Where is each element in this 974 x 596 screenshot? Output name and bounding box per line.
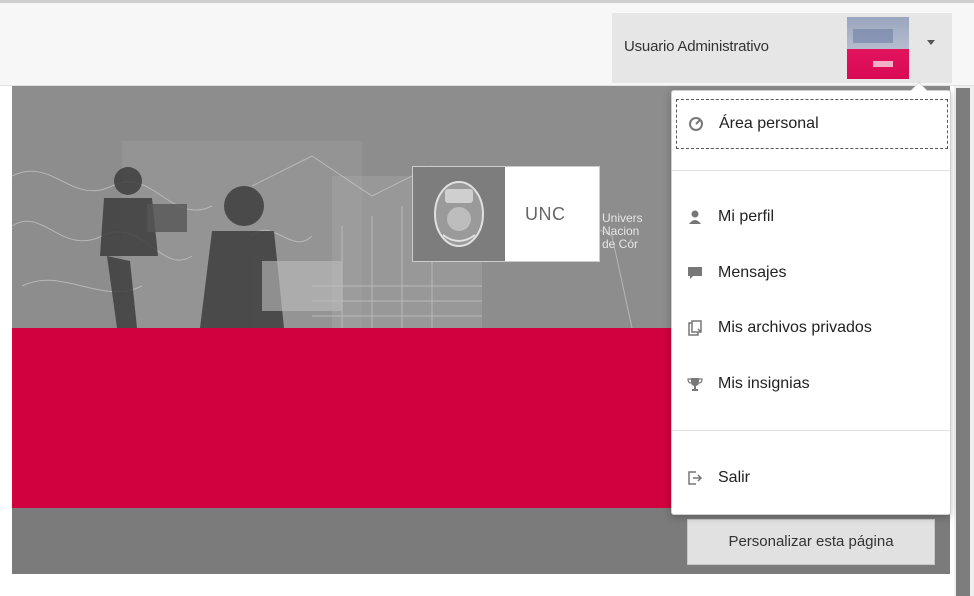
message-icon [686,264,704,282]
menu-item-label: Área personal [719,115,819,132]
menu-item-label: Mi perfil [718,208,775,225]
files-icon [686,319,704,337]
menu-item-mis-archivos-privados[interactable]: Mis archivos privados [676,303,948,353]
avatar[interactable] [847,17,909,79]
menu-item-area-personal[interactable]: Área personal [676,99,948,149]
menu-item-label: Mis archivos privados [718,319,872,336]
user-dropdown-menu: Área personal Mi perfil Mensajes Mis arc… [671,82,951,515]
trophy-icon [686,375,704,393]
chevron-down-icon[interactable] [927,40,935,45]
user-icon [686,208,704,226]
menu-item-mi-perfil[interactable]: Mi perfil [676,192,948,242]
logout-icon [686,469,704,487]
university-seal-icon [413,167,505,261]
unc-logo: UNC [412,166,600,262]
menu-item-mis-insignias[interactable]: Mis insignias [676,359,948,409]
menu-item-salir[interactable]: Salir [676,453,948,503]
top-navbar: Usuario Administrativo [0,0,974,86]
customize-page-button[interactable]: Personalizar esta página [687,519,935,565]
user-name[interactable]: Usuario Administrativo [624,38,769,55]
menu-item-label: Mis insignias [718,375,810,392]
university-name: Univers Nacion de Cór [602,211,643,251]
menu-divider [672,170,950,171]
menu-divider [672,430,950,431]
menu-item-label: Mensajes [718,264,787,281]
scrollbar-thumb[interactable] [956,88,970,596]
logo-text: UNC [525,204,566,224]
menu-item-label: Salir [718,469,751,486]
menu-item-mensajes[interactable]: Mensajes [676,248,948,298]
user-menu-toggle[interactable]: Usuario Administrativo [612,13,952,83]
dashboard-icon [687,115,705,133]
